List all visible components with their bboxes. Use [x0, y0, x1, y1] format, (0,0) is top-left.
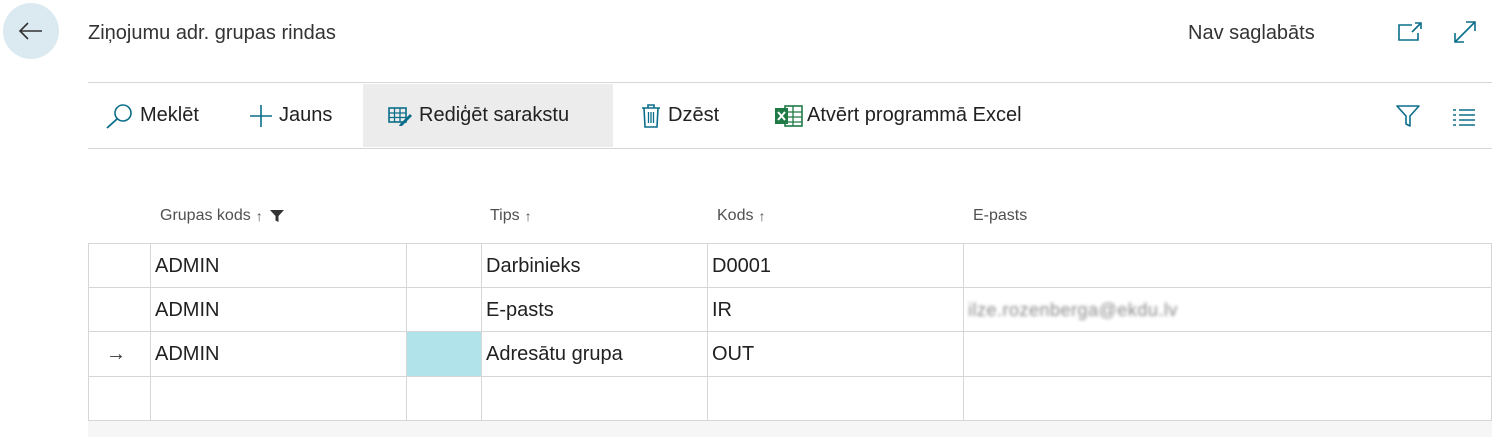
delete-label: Dzēst	[668, 104, 720, 126]
search-button[interactable]: Meklēt	[104, 84, 199, 147]
lines-grid: ADMIN Darbinieks D0001 ADMIN E-pasts IR …	[88, 243, 1492, 421]
column-header-group-code[interactable]: Grupas kods ↑	[160, 207, 285, 225]
filter-active-icon	[269, 210, 284, 222]
new-label: Jauns	[279, 104, 333, 126]
actionbar-divider	[88, 148, 1492, 149]
delete-button[interactable]: Dzēst	[640, 84, 719, 147]
empty-new-row[interactable]	[155, 377, 405, 421]
plus-icon	[248, 103, 274, 129]
trash-icon	[640, 103, 662, 129]
search-label: Meklēt	[140, 104, 199, 126]
header-divider	[88, 82, 1492, 83]
filter-icon[interactable]	[1394, 102, 1422, 130]
edit-list-icon	[387, 105, 413, 127]
column-header-email[interactable]: E-pasts	[973, 207, 1027, 225]
back-button[interactable]	[3, 3, 59, 59]
current-row-arrow-icon: →	[106, 342, 126, 365]
cell-group-code[interactable]: ADMIN	[155, 244, 219, 288]
open-new-window-icon[interactable]	[1396, 18, 1424, 46]
cell-type[interactable]: E-pasts	[486, 288, 554, 332]
grid-line	[1491, 243, 1492, 421]
save-status: Nav saglabāts	[1188, 22, 1315, 44]
cell-code[interactable]: IR	[712, 288, 732, 332]
selected-cell[interactable]	[407, 332, 481, 376]
page-title: Ziņojumu adr. grupas rindas	[88, 22, 336, 44]
column-header-label: Kods	[717, 207, 754, 224]
back-arrow-icon	[18, 22, 42, 40]
column-header-label: E-pasts	[973, 207, 1028, 224]
column-header-code[interactable]: Kods ↑	[717, 207, 765, 225]
grid-line	[150, 243, 151, 421]
cell-group-code[interactable]: ADMIN	[155, 332, 219, 376]
cell-type[interactable]: Adresātu grupa	[486, 332, 623, 376]
grid-footer-band	[88, 421, 1492, 437]
sort-ascending-icon: ↑	[524, 208, 532, 224]
cell-type[interactable]: Darbinieks	[486, 244, 580, 288]
new-button[interactable]: Jauns	[248, 84, 332, 147]
sort-ascending-icon: ↑	[758, 208, 766, 224]
sort-ascending-icon: ↑	[255, 208, 263, 224]
edit-list-button[interactable]: Rediģēt sarakstu	[363, 84, 613, 147]
column-header-label: Grupas kods	[160, 207, 251, 224]
cell-group-code[interactable]: ADMIN	[155, 288, 219, 332]
search-icon	[104, 103, 134, 129]
cell-email[interactable]	[968, 332, 1488, 376]
list-view-icon[interactable]	[1450, 102, 1478, 130]
cell-email[interactable]	[968, 244, 1488, 288]
grid-line	[963, 243, 964, 421]
grid-line	[481, 243, 482, 421]
grid-line	[707, 243, 708, 421]
column-header-type[interactable]: Tips ↑	[490, 207, 532, 225]
cell-email-redacted[interactable]: ilze.rozenberga@ekdu.lv	[968, 288, 1178, 332]
cell-code[interactable]: D0001	[712, 244, 771, 288]
grid-line	[88, 243, 89, 421]
excel-icon	[774, 104, 804, 128]
cell-code[interactable]: OUT	[712, 332, 754, 376]
open-in-excel-label: Atvērt programmā Excel	[807, 104, 1022, 126]
column-header-label: Tips	[490, 207, 520, 224]
expand-icon[interactable]	[1451, 18, 1479, 46]
edit-list-label: Rediģēt sarakstu	[419, 104, 570, 126]
open-in-excel-button[interactable]: Atvērt programmā Excel	[774, 84, 1022, 147]
